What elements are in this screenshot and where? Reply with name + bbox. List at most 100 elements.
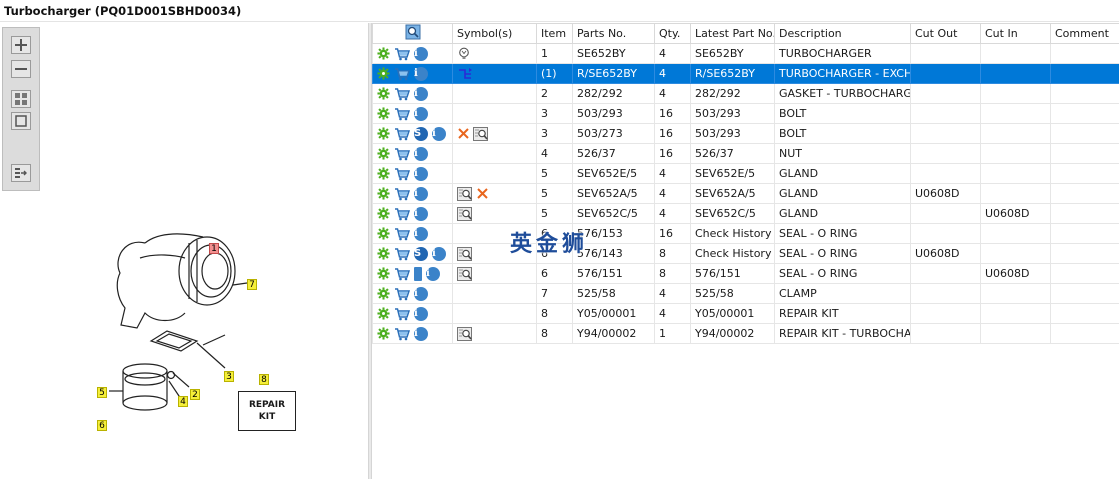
gear-icon[interactable]: [377, 67, 390, 80]
info-icon[interactable]: i: [432, 126, 446, 141]
callout-8[interactable]: 8: [259, 374, 269, 385]
magnifier-icon[interactable]: [457, 266, 473, 281]
cart-icon[interactable]: [394, 107, 410, 121]
table-row[interactable]: i 6 576/151 8 576/151 SEAL - O RING U0608D: [372, 263, 1119, 284]
gear-icon[interactable]: [377, 327, 390, 340]
gear-icon[interactable]: [377, 227, 390, 240]
table-row[interactable]: i 1 SE652BY 4 SE652BY TURBOCHARGER: [372, 43, 1119, 64]
info-icon[interactable]: i: [414, 326, 428, 341]
magnifier-icon[interactable]: [473, 126, 489, 141]
cross-icon[interactable]: [476, 187, 489, 200]
exploded-view-diagram[interactable]: 1 2 3 4 5 6 7 8 REPAIR KIT: [85, 213, 325, 433]
info-icon[interactable]: i: [414, 166, 428, 181]
column-header-search[interactable]: [372, 23, 453, 44]
column-header-comment[interactable]: Comment: [1050, 23, 1119, 44]
cart-icon[interactable]: [394, 207, 410, 221]
service-s-icon[interactable]: S: [414, 126, 428, 141]
gear-icon[interactable]: [377, 147, 390, 160]
info-icon[interactable]: i: [432, 246, 446, 261]
table-row[interactable]: i 5 SEV652C/5 4 SEV652C/5 GLAND U0608D: [372, 203, 1119, 224]
cart-icon[interactable]: [394, 167, 410, 181]
cart-icon[interactable]: [394, 307, 410, 321]
row-item: 4: [536, 143, 573, 164]
column-header-symbols[interactable]: Symbol(s): [452, 23, 537, 44]
gear-icon[interactable]: [377, 207, 390, 220]
structure-tree-icon[interactable]: [457, 67, 473, 81]
magnifier-icon[interactable]: [457, 186, 473, 201]
info-icon[interactable]: i: [414, 46, 428, 61]
callout-7[interactable]: 7: [247, 279, 257, 290]
cart-icon[interactable]: [394, 47, 410, 61]
row-description: REPAIR KIT - TURBOCHAR(: [774, 323, 911, 344]
callout-6[interactable]: 6: [97, 420, 107, 431]
table-row[interactable]: Si 3 503/273 16 503/293 BOLT: [372, 123, 1119, 144]
info-icon[interactable]: i: [414, 206, 428, 221]
fit-all-button[interactable]: [11, 90, 31, 108]
table-row[interactable]: i (1) R/SE652BY 4 R/SE652BY TURBOCHARGER - EX…: [372, 63, 1119, 84]
table-row[interactable]: i 8 Y05/00001 4 Y05/00001 REPAIR KIT: [372, 303, 1119, 324]
gear-icon[interactable]: [377, 87, 390, 100]
gear-icon[interactable]: [377, 267, 390, 280]
cart-icon[interactable]: [394, 247, 410, 261]
cart-icon[interactable]: [394, 67, 410, 81]
service-s-icon[interactable]: S: [414, 246, 428, 261]
repair-kit-box[interactable]: REPAIR KIT: [238, 391, 296, 431]
table-row[interactable]: i2282/2924282/292GASKET - TURBOCHARGEF: [372, 83, 1119, 104]
info-icon[interactable]: i: [414, 186, 428, 201]
info-icon[interactable]: i: [414, 146, 428, 161]
cart-icon[interactable]: [394, 87, 410, 101]
callout-3[interactable]: 3: [224, 371, 234, 382]
table-row[interactable]: i 4 526/37 16 526/37 NUT: [372, 143, 1119, 164]
callout-5[interactable]: 5: [97, 387, 107, 398]
table-row[interactable]: i 6 576/153 16 Check History SEAL - O RING: [372, 223, 1119, 244]
gear-icon[interactable]: [377, 47, 390, 60]
gear-icon[interactable]: [377, 127, 390, 140]
column-header-parts-no[interactable]: Parts No.: [572, 23, 655, 44]
info-icon[interactable]: i: [414, 226, 428, 241]
info-icon[interactable]: i: [414, 66, 428, 81]
zoom-in-button[interactable]: [11, 36, 31, 54]
gear-icon[interactable]: [377, 107, 390, 120]
table-row[interactable]: i 3 503/293 16 503/293 BOLT: [372, 103, 1119, 124]
cart-icon[interactable]: [394, 147, 410, 161]
table-row[interactable]: i 5 SEV652E/5 4 SEV652E/5 GLAND: [372, 163, 1119, 184]
callout-2[interactable]: 2: [190, 389, 200, 400]
gear-icon[interactable]: [377, 247, 390, 260]
cart-icon[interactable]: [394, 227, 410, 241]
table-row[interactable]: Si 6 576/143 8 Check History SEAL - O RING U06…: [372, 243, 1119, 264]
lamp-icon[interactable]: [457, 47, 471, 61]
magnifier-icon[interactable]: [457, 326, 473, 341]
magnifier-icon[interactable]: [457, 206, 473, 221]
gear-icon[interactable]: [377, 307, 390, 320]
callout-4[interactable]: 4: [178, 396, 188, 407]
magnifier-icon[interactable]: [457, 246, 473, 261]
table-row[interactable]: i 7 525/58 4 525/58 CLAMP: [372, 283, 1119, 304]
actual-size-button[interactable]: [11, 112, 31, 130]
cart-icon[interactable]: [394, 187, 410, 201]
info-icon[interactable]: i: [414, 286, 428, 301]
callout-1[interactable]: 1: [209, 243, 219, 254]
column-header-cut-out[interactable]: Cut Out: [910, 23, 981, 44]
cart-icon[interactable]: [394, 327, 410, 341]
table-row[interactable]: i 8 Y94/00002 1 Y94/00002 REPAIR KIT - TURBOC…: [372, 323, 1119, 344]
table-row[interactable]: i 5 SEV652A/5 4 SEV652A/5 GLAND U0608D: [372, 183, 1119, 204]
book-icon[interactable]: [414, 266, 422, 281]
column-header-description[interactable]: Description: [774, 23, 911, 44]
cross-icon[interactable]: [457, 127, 470, 140]
gear-icon[interactable]: [377, 167, 390, 180]
info-icon[interactable]: i: [414, 86, 428, 101]
column-header-qty[interactable]: Qty.: [654, 23, 691, 44]
export-button[interactable]: [11, 164, 31, 182]
column-header-latest-part-no[interactable]: Latest Part No.: [690, 23, 775, 44]
info-icon[interactable]: i: [414, 306, 428, 321]
cart-icon[interactable]: [394, 267, 410, 281]
info-icon[interactable]: i: [414, 106, 428, 121]
gear-icon[interactable]: [377, 187, 390, 200]
info-icon[interactable]: i: [426, 266, 440, 281]
cart-icon[interactable]: [394, 127, 410, 141]
column-header-cut-in[interactable]: Cut In: [980, 23, 1051, 44]
zoom-out-button[interactable]: [11, 60, 31, 78]
cart-icon[interactable]: [394, 287, 410, 301]
column-header-item[interactable]: Item: [536, 23, 573, 44]
gear-icon[interactable]: [377, 287, 390, 300]
